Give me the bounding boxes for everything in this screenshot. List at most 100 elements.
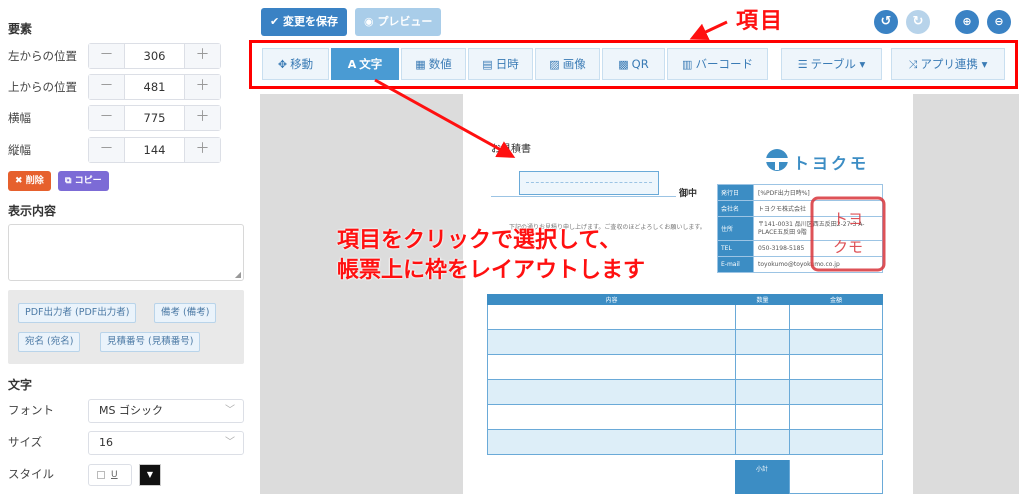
increment-button[interactable]: ＋ (184, 106, 220, 130)
tab-label: 日時 (495, 57, 519, 71)
width-stepper: － 775 ＋ (88, 105, 221, 131)
chevron-down-icon: ﹀ (225, 405, 235, 416)
preview-button[interactable]: ◉ プレビュー (355, 8, 442, 36)
left-position-stepper: － 306 ＋ (88, 43, 221, 69)
underline-toggle[interactable]: U (88, 464, 132, 486)
cloud-logo-icon (766, 149, 788, 171)
save-label: 変更を保存 (283, 15, 339, 28)
tab-table-dropdown[interactable]: ☰ テーブル ▾ (781, 48, 882, 80)
tab-barcode[interactable]: ▥ バーコード (667, 48, 768, 80)
text-section-title: 文字 (8, 378, 33, 392)
annotation-note-line2: 帳票上に枠をレイアウトします (337, 258, 646, 283)
tab-datetime[interactable]: ▤ 日時 (468, 48, 533, 80)
undo-icon[interactable]: ↺ (874, 10, 898, 34)
info-key: 会社名 (717, 200, 754, 217)
tab-image[interactable]: ▨ 画像 (535, 48, 600, 80)
resize-grip-icon[interactable]: ◢ (235, 270, 241, 279)
document-page[interactable]: お見積書 御中 下記の通りお見積り申し上げます。ご査収のほどよろしくお願いします… (463, 94, 913, 494)
save-button[interactable]: ✔ 変更を保存 (261, 8, 348, 36)
logo-text: トヨクモ (793, 154, 870, 173)
column-header: 数量 (735, 294, 790, 305)
tab-label: 移動 (290, 57, 314, 71)
calculator-icon: ▦ (415, 58, 426, 71)
tab-label: テーブル (810, 57, 856, 71)
delete-button[interactable]: ✖ 削除 (8, 171, 51, 191)
table-row (487, 354, 883, 380)
honorific-text[interactable]: 御中 (679, 186, 697, 199)
tab-number[interactable]: ▦ 数値 (401, 48, 466, 80)
font-select[interactable]: MS ゴシック ﹀ (88, 399, 244, 423)
column-header: 金額 (789, 294, 883, 305)
items-table[interactable]: 内容 数量 金額 (487, 294, 883, 455)
tab-qr[interactable]: ▩ QR (602, 48, 665, 80)
move-icon: ✥ (277, 58, 288, 71)
chevron-down-icon: ▼ (146, 470, 154, 479)
increment-button[interactable]: ＋ (184, 138, 220, 162)
addressee-frame[interactable] (519, 171, 659, 195)
copy-button[interactable]: ⧉ コピー (58, 171, 109, 191)
tab-text[interactable]: A 文字 (331, 48, 399, 80)
tag-quote-number[interactable]: 見積番号 (見積番号) (100, 332, 201, 352)
tab-app-integration-dropdown[interactable]: ⤨ アプリ連携 ▾ (891, 48, 1005, 80)
shuffle-icon: ⤨ (908, 58, 918, 71)
top-position-label: 上からの位置 (8, 80, 77, 94)
content-textarea[interactable]: ◢ (8, 224, 244, 281)
text-icon: A (347, 58, 357, 71)
redo-icon[interactable]: ↻ (906, 10, 930, 34)
increment-button[interactable]: ＋ (184, 75, 220, 99)
left-position-value[interactable]: 306 (125, 44, 184, 68)
chevron-down-icon: ﹀ (225, 437, 235, 448)
zoom-out-icon[interactable]: ⊖ (987, 10, 1011, 34)
preview-label: プレビュー (377, 15, 433, 28)
size-select[interactable]: 16 ﹀ (88, 431, 244, 455)
size-select-value: 16 (99, 436, 113, 449)
tab-label: 文字 (359, 57, 383, 71)
width-value[interactable]: 775 (125, 106, 184, 130)
info-key: TEL (717, 240, 754, 257)
tab-label: QR (631, 57, 649, 71)
left-position-label: 左からの位置 (8, 49, 77, 63)
zoom-in-icon[interactable]: ⊕ (955, 10, 979, 34)
tab-label: アプリ連携 (920, 57, 978, 71)
tab-label: 数値 (428, 57, 452, 71)
table-header-row: 内容 数量 金額 (487, 294, 883, 305)
style-label: スタイル (8, 467, 54, 481)
field-tag-list: PDF出力者 (PDF出力者) 備考 (備考) 宛名 (宛名) 見積番号 (見積… (8, 290, 244, 364)
height-value[interactable]: 144 (125, 138, 184, 162)
company-logo: トヨクモ (763, 148, 866, 176)
document-title[interactable]: お見積書 (491, 140, 531, 155)
table-row (487, 404, 883, 430)
table-row (487, 304, 883, 330)
column-header: 内容 (487, 294, 736, 305)
text-color-picker[interactable]: ▼ (139, 464, 161, 486)
info-key: E-mail (717, 256, 754, 273)
table-row (487, 429, 883, 455)
underline-checkbox[interactable] (97, 471, 105, 479)
top-position-value[interactable]: 481 (125, 75, 184, 99)
table-row (487, 379, 883, 405)
tab-move[interactable]: ✥ 移動 (262, 48, 329, 80)
font-label: フォント (8, 403, 54, 417)
top-position-stepper: － 481 ＋ (88, 74, 221, 100)
eye-icon: ◉ (364, 15, 378, 28)
tag-remarks[interactable]: 備考 (備考) (154, 303, 217, 323)
decrement-button[interactable]: － (89, 138, 125, 162)
company-seal: トヨ クモ (810, 196, 886, 272)
tag-pdf-exporter[interactable]: PDF出力者 (PDF出力者) (18, 303, 137, 323)
decrement-button[interactable]: － (89, 75, 125, 99)
annotation-title: 項目 (736, 9, 785, 34)
close-icon: ✖ (15, 176, 26, 186)
info-key: 発行日 (717, 184, 754, 201)
qr-icon: ▩ (618, 58, 629, 71)
annotation-note-line1: 項目をクリックで選択して、 (337, 228, 622, 253)
caret-down-icon: ▾ (977, 57, 988, 71)
barcode-icon: ▥ (682, 58, 693, 71)
font-select-value: MS ゴシック (99, 404, 163, 417)
underline-label: U (111, 470, 118, 480)
increment-button[interactable]: ＋ (184, 44, 220, 68)
content-section-title: 表示内容 (8, 204, 57, 218)
tag-addressee[interactable]: 宛名 (宛名) (18, 332, 81, 352)
delete-label: 削除 (25, 176, 44, 186)
decrement-button[interactable]: － (89, 44, 125, 68)
decrement-button[interactable]: － (89, 106, 125, 130)
